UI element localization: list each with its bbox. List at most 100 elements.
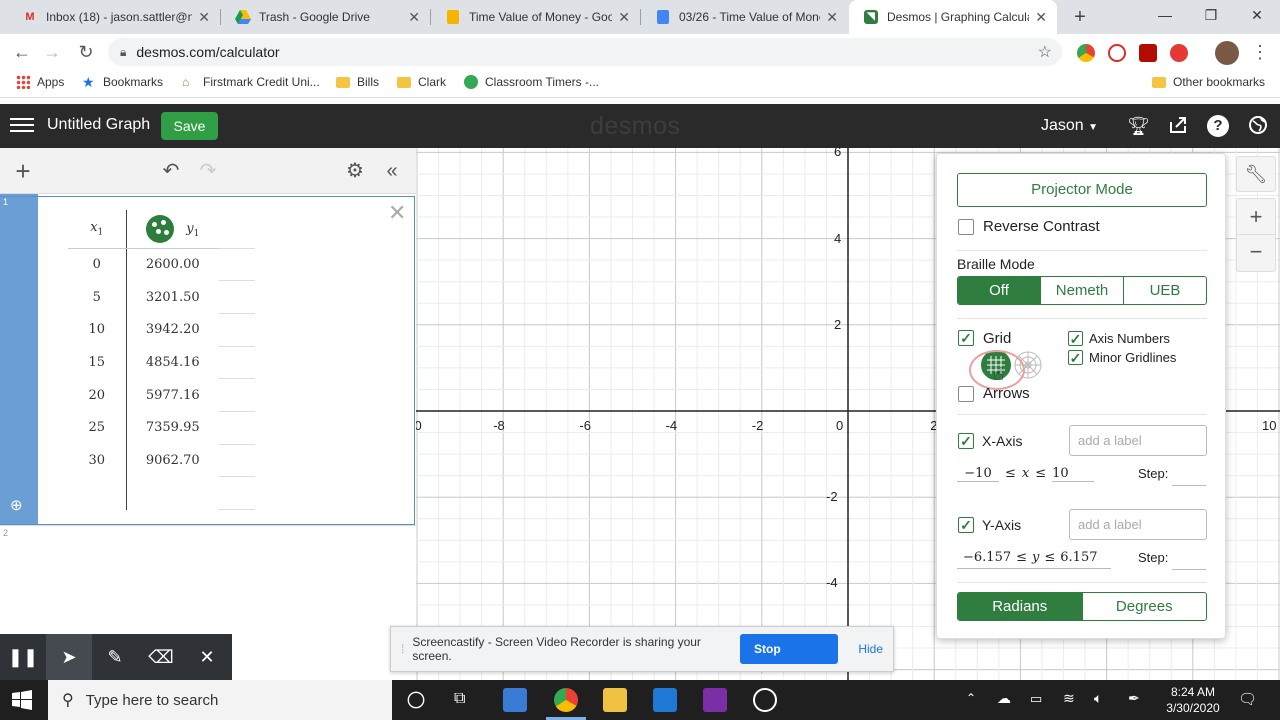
pen-workspace-icon[interactable]: ✒︎ xyxy=(1128,690,1140,707)
restore-icon[interactable]: ❐ xyxy=(1188,0,1234,32)
x-step-input[interactable] xyxy=(1172,468,1206,486)
x-axis-checkbox[interactable]: ✓ xyxy=(958,433,974,449)
minor-gridlines-checkbox[interactable]: ✓ xyxy=(1068,350,1083,365)
y-column-header[interactable]: y1 xyxy=(126,210,219,249)
tab-gmail[interactable]: M Inbox (18) - jason.sattler@n ✕ xyxy=(8,0,220,34)
braille-nemeth-button[interactable]: Nemeth xyxy=(1040,277,1123,304)
zoom-fit-icon[interactable]: ⊕ xyxy=(10,496,28,514)
new-tab-button[interactable]: + xyxy=(1066,3,1094,31)
close-window-icon[interactable]: ✕ xyxy=(1234,0,1280,32)
degrees-button[interactable]: Degrees xyxy=(1081,593,1207,620)
pause-icon[interactable]: ❚❚ xyxy=(0,634,46,680)
pen-icon[interactable]: ✎ xyxy=(92,634,138,680)
y-cell[interactable]: 4854.16 xyxy=(126,346,219,379)
x-cell[interactable]: 25 xyxy=(68,411,127,445)
radians-button[interactable]: Radians xyxy=(958,593,1082,620)
trophy-icon[interactable]: 🏆︎ xyxy=(1127,115,1150,137)
close-tab-icon[interactable]: ✕ xyxy=(1035,9,1047,26)
braille-off-button[interactable]: Off xyxy=(958,277,1040,304)
wrench-icon[interactable]: 🔧︎ xyxy=(1236,156,1276,192)
table-row[interactable]: 10 3942.20 xyxy=(68,313,255,347)
x-cell[interactable]: 5 xyxy=(68,280,127,314)
x-cell[interactable]: 10 xyxy=(68,313,127,347)
x-min-input[interactable]: −10 xyxy=(957,466,999,482)
screencastify-extension-icon[interactable] xyxy=(1170,44,1188,62)
empty-cell[interactable] xyxy=(126,477,219,510)
bookmark-classroom-timers[interactable]: Classroom Timers -... xyxy=(464,75,599,89)
pointer-icon[interactable]: ➤ xyxy=(46,634,92,680)
y-min-input[interactable]: −6.157 xyxy=(963,550,1011,565)
pdf-extension-icon[interactable] xyxy=(1139,44,1157,62)
tab-docs[interactable]: 03/26 - Time Value of Mone ✕ xyxy=(641,0,848,34)
bookmark-clark[interactable]: Clark xyxy=(397,75,446,89)
cortana-icon[interactable] xyxy=(407,691,425,709)
address-bar[interactable]: 🔒︎ desmos.com/calculator ☆ xyxy=(108,38,1062,66)
bookmark-bookmarks[interactable]: ★ Bookmarks xyxy=(82,75,163,89)
other-bookmarks[interactable]: Other bookmarks xyxy=(1152,75,1265,89)
table-row[interactable]: 30 9062.70 xyxy=(68,444,255,478)
y-cell[interactable]: 5977.16 xyxy=(126,379,219,412)
arrows-checkbox[interactable] xyxy=(958,386,974,402)
taskbar-search[interactable]: ⚲ Type here to search xyxy=(48,680,392,720)
cast-extension-icon[interactable] xyxy=(1108,44,1126,62)
notifications-icon[interactable]: 🗨︎ xyxy=(1238,690,1257,708)
mail-icon[interactable] xyxy=(653,688,677,712)
y-cell[interactable]: 3201.50 xyxy=(126,281,219,314)
avatar[interactable] xyxy=(1215,41,1239,65)
tray-chevron-icon[interactable]: ⌃ xyxy=(966,691,976,705)
collapse-list-icon[interactable]: « xyxy=(381,160,403,182)
y-axis-checkbox[interactable]: ✓ xyxy=(958,517,974,533)
x-axis-label-input[interactable]: add a label xyxy=(1069,425,1207,456)
tab-drive[interactable]: Trash - Google Drive ✕ xyxy=(221,0,430,34)
forward-icon[interactable]: → xyxy=(38,38,66,66)
eraser-icon[interactable]: ⌫ xyxy=(138,634,184,680)
bookmark-apps[interactable]: Apps xyxy=(16,75,64,89)
reverse-contrast-checkbox[interactable] xyxy=(958,219,974,235)
point-style-icon[interactable] xyxy=(146,214,175,243)
store-icon[interactable] xyxy=(503,688,527,712)
screencastify-app-icon[interactable] xyxy=(753,688,777,712)
table-row[interactable]: 20 5977.16 xyxy=(68,378,255,412)
save-button[interactable]: Save xyxy=(161,112,218,140)
task-view-icon[interactable]: ⧉ xyxy=(454,690,465,708)
stop-sharing-button[interactable]: Stop sharing xyxy=(739,634,839,686)
file-explorer-icon[interactable] xyxy=(603,688,627,712)
zoom-in-icon[interactable]: + xyxy=(1237,199,1275,235)
empty-cell[interactable] xyxy=(219,476,255,510)
table-row[interactable]: 15 4854.16 xyxy=(68,346,255,380)
bookmark-firstmark[interactable]: ⌂ Firstmark Credit Uni... xyxy=(182,75,320,89)
table-row[interactable]: 25 7359.95 xyxy=(68,411,255,445)
empty-cell[interactable] xyxy=(68,476,127,510)
windows-start-icon[interactable] xyxy=(12,690,32,710)
table-row[interactable]: 5 3201.50 xyxy=(68,280,255,314)
tab-slides[interactable]: Time Value of Money - Goo ✕ xyxy=(431,0,640,34)
close-tab-icon[interactable]: ✕ xyxy=(408,9,420,26)
y-axis-label-input[interactable]: add a label xyxy=(1069,509,1207,540)
y-cell[interactable]: 2600.00 xyxy=(126,248,219,281)
x-cell[interactable]: 15 xyxy=(68,346,127,379)
bookmark-bills[interactable]: Bills xyxy=(336,75,379,89)
chrome-extension-icon[interactable] xyxy=(1077,44,1095,62)
volume-icon[interactable]: 🔈︎ xyxy=(1094,690,1102,707)
zoom-out-icon[interactable]: − xyxy=(1237,235,1275,271)
reload-icon[interactable]: ↻ xyxy=(72,38,100,66)
table-row-empty[interactable] xyxy=(68,476,255,510)
gear-icon[interactable]: ⚙ xyxy=(344,160,366,182)
x-cell[interactable]: 30 xyxy=(68,444,127,477)
bookmark-star-icon[interactable]: ☆ xyxy=(1038,42,1052,62)
clock[interactable]: 8:24 AM 3/30/2020 xyxy=(1158,684,1228,716)
close-icon[interactable]: ✕ xyxy=(184,634,230,680)
close-tab-icon[interactable]: ✕ xyxy=(826,9,838,26)
hide-button[interactable]: Hide xyxy=(848,642,893,656)
y-max-input[interactable]: 6.157 xyxy=(1060,550,1097,565)
add-expression-button[interactable]: + xyxy=(12,158,34,184)
graph-title[interactable]: Untitled Graph xyxy=(47,116,150,134)
close-icon[interactable]: ✕ xyxy=(388,200,406,226)
user-menu[interactable]: Jason ▼ xyxy=(1041,117,1098,135)
tab-desmos[interactable]: ◥ Desmos | Graphing Calcula ✕ xyxy=(849,0,1057,34)
onenote-icon[interactable] xyxy=(703,688,727,712)
close-tab-icon[interactable]: ✕ xyxy=(618,9,630,26)
axis-numbers-checkbox[interactable]: ✓ xyxy=(1068,331,1083,346)
x-cell[interactable]: 0 xyxy=(68,248,127,281)
back-icon[interactable]: ← xyxy=(8,38,36,66)
